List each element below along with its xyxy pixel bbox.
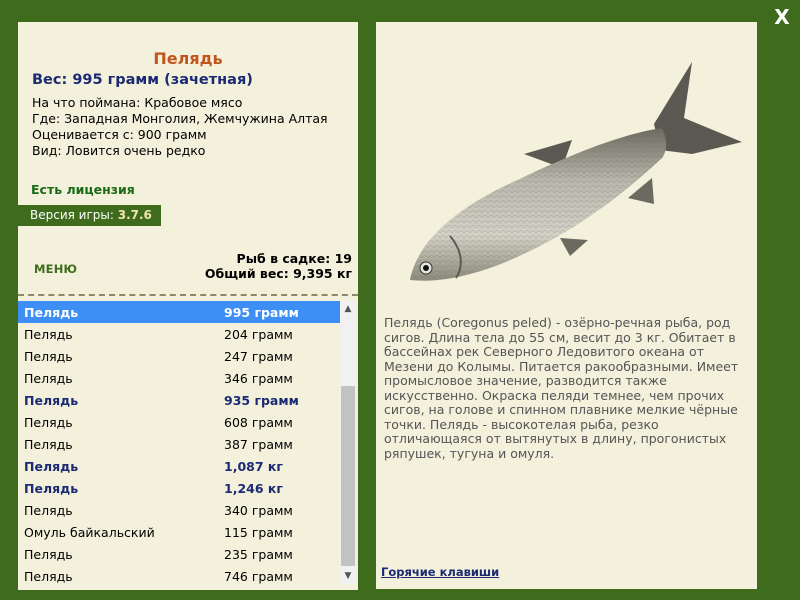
catch-info-panel: Пелядь Вес: 995 грамм (зачетная) На что … [18, 22, 358, 590]
list-item-weight: 935 грамм [224, 392, 299, 408]
list-item-name: Пелядь [24, 480, 79, 496]
scrollbar[interactable]: ▲ ▼ [340, 301, 356, 584]
keepnet-stats: Рыб в садке: 19 Общий вес: 9,395 кг [205, 251, 352, 281]
list-item-name: Пелядь [24, 546, 73, 562]
value-text: Оценивается с: 900 грамм [32, 127, 207, 142]
list-item[interactable]: Пелядь 995 грамм [18, 301, 340, 323]
list-item-name: Пелядь [24, 326, 73, 342]
version-label: Версия игры: [30, 208, 114, 222]
list-item-name: Пелядь [24, 414, 73, 430]
fish-details: На что поймана: Крабовое мясо Где: Запад… [32, 95, 328, 159]
list-item[interactable]: Пелядь 247 грамм [18, 345, 340, 367]
list-item[interactable]: Омуль байкальский 115 грамм [18, 521, 340, 543]
list-item[interactable]: Пелядь 387 грамм [18, 433, 340, 455]
list-item[interactable]: Пелядь 235 грамм [18, 543, 340, 565]
version-value: 3.7.6 [117, 208, 152, 222]
place-text: Где: Западная Монголия, Жемчужина Алтая [32, 111, 328, 126]
fish-image [410, 62, 742, 281]
list-item[interactable]: Пелядь 346 грамм [18, 367, 340, 389]
list-item-weight: 340 грамм [224, 502, 293, 518]
list-item-name: Пелядь [24, 348, 73, 364]
license-status: Есть лицензия [31, 182, 135, 197]
list-item-name: Пелядь [24, 458, 79, 474]
list-item-weight: 608 грамм [224, 414, 293, 430]
list-item-weight: 346 грамм [224, 370, 293, 386]
bait-text: На что поймана: Крабовое мясо [32, 95, 243, 110]
scroll-thumb[interactable] [341, 386, 355, 566]
list-item-name: Пелядь [24, 436, 73, 452]
catch-list[interactable]: Пелядь 995 грамм Пелядь 204 грамм Пелядь 247 … [18, 301, 340, 590]
list-item-weight: 387 грамм [224, 436, 293, 452]
hotkeys-link[interactable]: Горячие клавиши [381, 565, 499, 579]
list-item[interactable]: Пелядь 204 грамм [18, 323, 340, 345]
list-item-weight: 115 грамм [224, 524, 293, 540]
rarity-text: Вид: Ловится очень редко [32, 143, 206, 158]
list-item-weight: 247 грамм [224, 348, 293, 364]
menu-button[interactable]: МЕНЮ [34, 262, 77, 276]
fish-title: Пелядь [153, 49, 223, 68]
list-item-weight: 235 грамм [224, 546, 293, 562]
list-item[interactable]: Пелядь 935 грамм [18, 389, 340, 411]
fish-description: Пелядь (Coregonus peled) - озёрно-речная… [384, 315, 739, 461]
list-item-weight: 746 грамм [224, 568, 293, 584]
list-item-weight: 204 грамм [224, 326, 293, 342]
list-item-weight: 1,087 кг [224, 458, 283, 474]
scroll-up-icon[interactable]: ▲ [340, 301, 356, 317]
fish-count: Рыб в садке: 19 [236, 251, 352, 266]
list-item-name: Пелядь [24, 502, 73, 518]
list-item-name: Пелядь [24, 568, 73, 584]
fish-description-panel: Пелядь (Coregonus peled) - озёрно-речная… [376, 22, 757, 589]
version-badge: Версия игры: 3.7.6 [18, 205, 161, 226]
list-item-weight: 1,246 кг [224, 480, 283, 496]
fish-weight: Вес: 995 грамм (зачетная) [32, 72, 253, 88]
list-item[interactable]: Пелядь 1,087 кг [18, 455, 340, 477]
list-item[interactable]: Пелядь 340 грамм [18, 499, 340, 521]
list-item-weight: 995 грамм [224, 304, 299, 320]
list-item-name: Пелядь [24, 304, 79, 320]
list-item-name: Пелядь [24, 392, 79, 408]
close-icon[interactable]: X [771, 6, 793, 28]
list-item[interactable]: Пелядь 746 грамм [18, 565, 340, 587]
list-item[interactable]: Пелядь 608 грамм [18, 411, 340, 433]
scroll-down-icon[interactable]: ▼ [340, 568, 356, 584]
divider [18, 294, 358, 296]
list-item-name: Омуль байкальский [24, 524, 155, 540]
list-item[interactable]: Пелядь 1,246 кг [18, 477, 340, 499]
total-weight: Общий вес: 9,395 кг [204, 266, 352, 281]
list-item-name: Пелядь [24, 370, 73, 386]
